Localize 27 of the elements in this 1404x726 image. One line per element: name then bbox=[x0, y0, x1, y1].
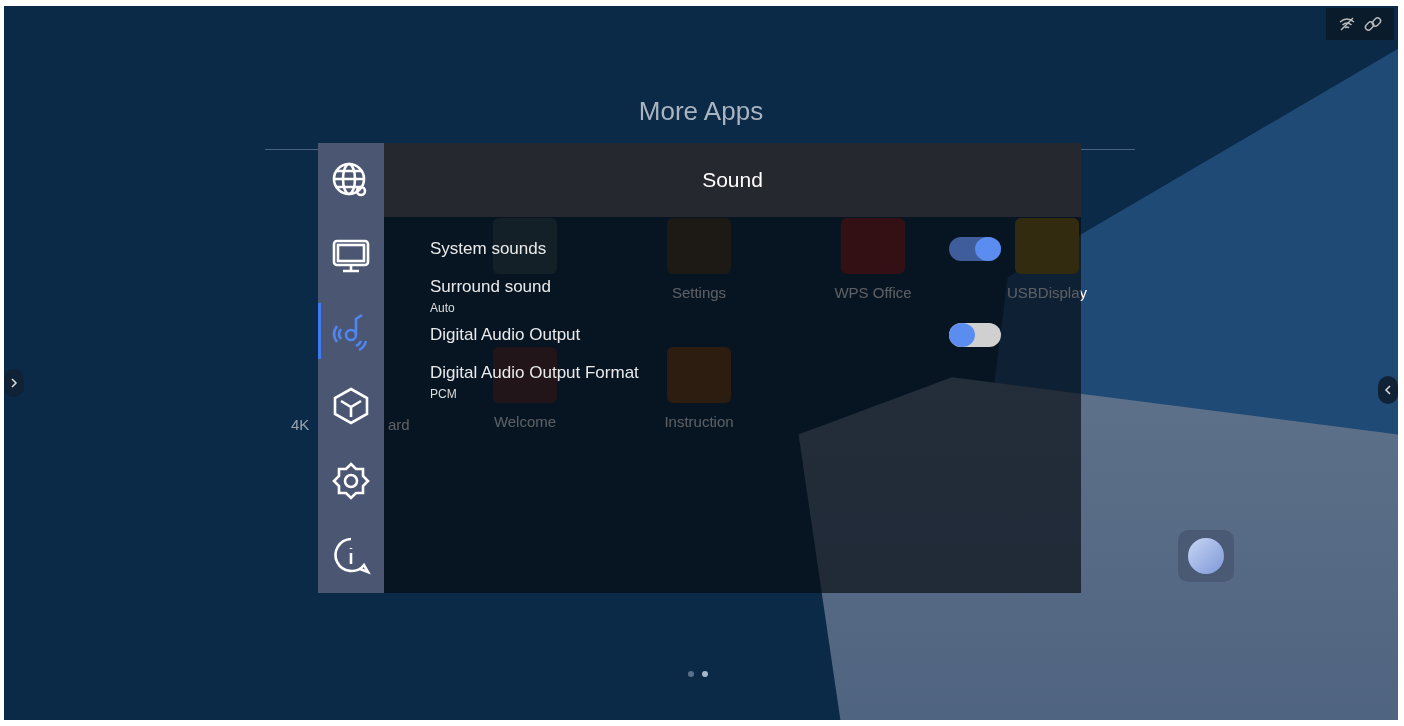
setting-value: Auto bbox=[430, 301, 456, 315]
setting-label[interactable]: Digital Audio Output bbox=[430, 325, 581, 345]
expand-button[interactable] bbox=[4, 369, 24, 397]
page-dot[interactable] bbox=[702, 671, 708, 677]
setting-label[interactable]: Surround sound bbox=[430, 277, 551, 297]
panel-title: Sound bbox=[702, 168, 763, 192]
chevron-right-icon bbox=[9, 378, 19, 388]
cube-icon bbox=[331, 385, 371, 426]
page-title: More Apps bbox=[637, 96, 765, 127]
app-label[interactable]: Instruction bbox=[664, 413, 734, 430]
toggle-switch[interactable] bbox=[949, 323, 1001, 347]
app-label[interactable]: ard bbox=[388, 416, 410, 433]
chevron-left-icon bbox=[1383, 385, 1393, 395]
setting-label[interactable]: Digital Audio Output Format bbox=[430, 363, 639, 383]
app-label[interactable]: 4K bbox=[291, 416, 310, 433]
settings-icon bbox=[331, 460, 371, 501]
link-icon bbox=[1363, 14, 1383, 34]
page-dot[interactable] bbox=[688, 671, 694, 677]
app-label[interactable]: Settings bbox=[671, 284, 727, 301]
toggle-switch[interactable] bbox=[949, 237, 1001, 261]
app-label[interactable]: WPS Office bbox=[834, 284, 912, 301]
app-label[interactable]: Welcome bbox=[493, 413, 557, 430]
app-icon[interactable] bbox=[493, 218, 557, 274]
setting-value: PCM bbox=[430, 387, 458, 401]
floating-ball-button[interactable] bbox=[1178, 530, 1234, 582]
info-icon bbox=[331, 535, 371, 576]
setting-label[interactable]: System sounds bbox=[430, 239, 547, 259]
